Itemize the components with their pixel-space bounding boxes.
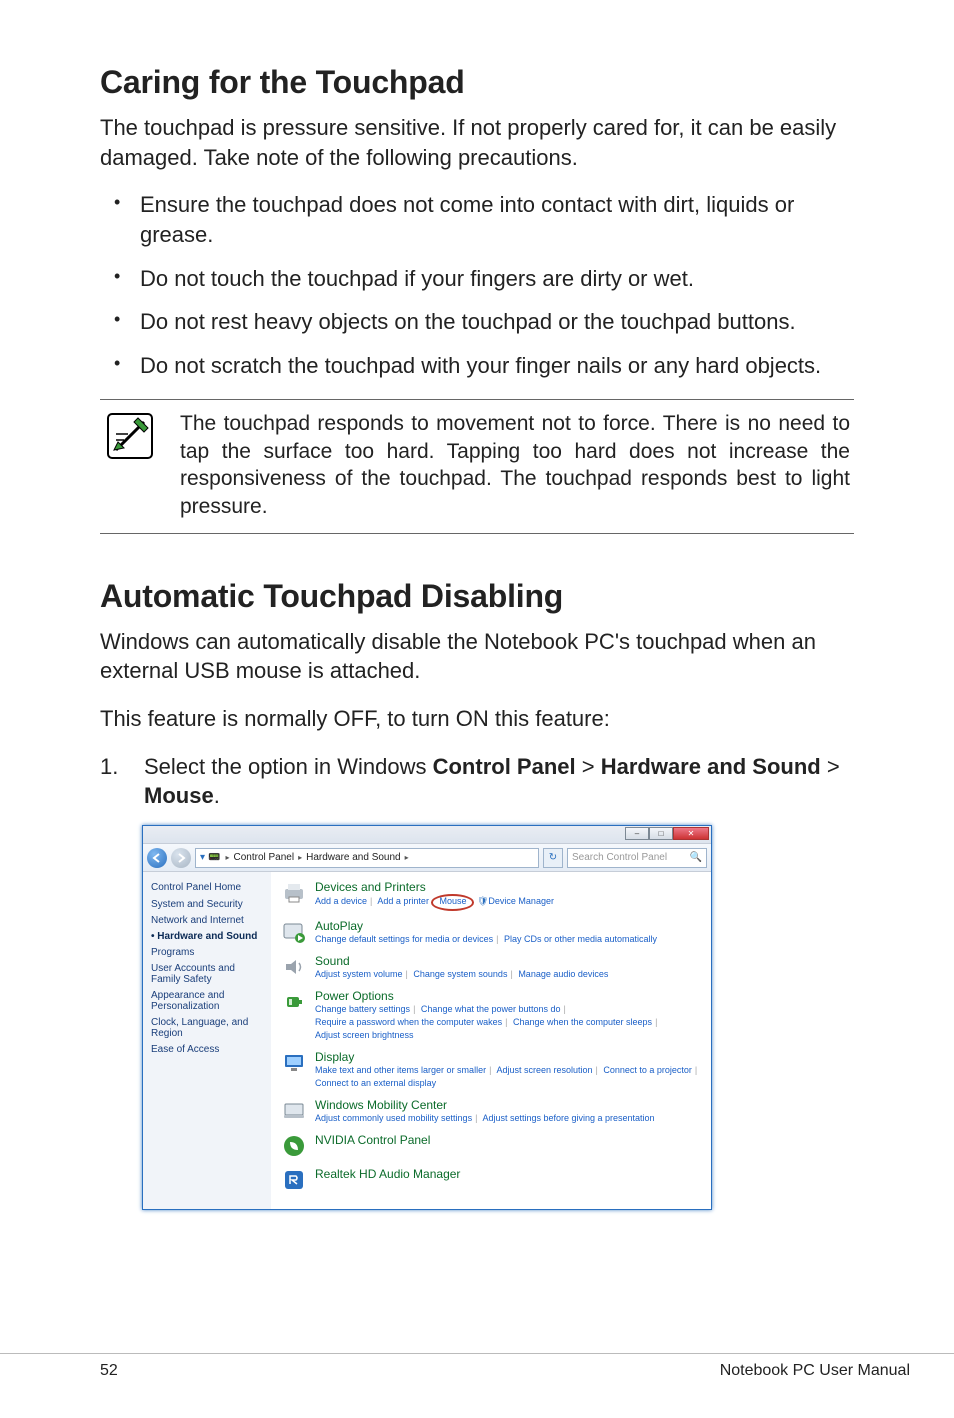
link-text-size[interactable]: Make text and other items larger or smal… <box>315 1065 486 1075</box>
step-text: Select the option in Windows <box>144 754 433 779</box>
link-screen-resolution[interactable]: Adjust screen resolution <box>496 1065 592 1075</box>
sidebar-item-programs[interactable]: Programs <box>151 947 263 958</box>
category-title[interactable]: Display <box>315 1050 701 1064</box>
link-connect-projector[interactable]: Connect to a projector <box>603 1065 692 1075</box>
sidebar-item-system-security[interactable]: System and Security <box>151 899 263 910</box>
category-devices-printers: Devices and Printers Add a device| Add a… <box>281 880 701 911</box>
breadcrumb[interactable]: ▾ 📟 ▸ Control Panel ▸ Hardware and Sound… <box>195 848 539 868</box>
link-device-manager[interactable]: Device Manager <box>488 896 554 906</box>
link-adjust-volume[interactable]: Adjust system volume <box>315 969 403 979</box>
category-title[interactable]: NVIDIA Control Panel <box>315 1133 701 1147</box>
category-title[interactable]: Devices and Printers <box>315 880 701 894</box>
close-button[interactable]: ✕ <box>673 827 709 840</box>
search-placeholder: Search Control Panel <box>572 852 667 863</box>
mobility-icon <box>281 1098 307 1124</box>
link-computer-sleeps[interactable]: Change when the computer sleeps <box>513 1017 652 1027</box>
realtek-icon <box>281 1167 307 1193</box>
maximize-button[interactable]: □ <box>649 827 673 840</box>
minimize-button[interactable]: – <box>625 827 649 840</box>
step-number: 1. <box>100 752 122 811</box>
category-title[interactable]: Sound <box>315 954 701 968</box>
category-autoplay: AutoPlay Change default settings for med… <box>281 919 701 946</box>
link-change-sounds[interactable]: Change system sounds <box>413 969 507 979</box>
sidebar-item-network[interactable]: Network and Internet <box>151 915 263 926</box>
category-title[interactable]: Realtek HD Audio Manager <box>315 1167 701 1181</box>
control-panel-window: – □ ✕ ▾ 📟 ▸ Control Panel ▸ Hardware and… <box>142 825 712 1210</box>
link-play-cds[interactable]: Play CDs or other media automatically <box>504 934 657 944</box>
refresh-icon[interactable]: ↻ <box>543 848 563 868</box>
list-item: Do not scratch the touchpad with your fi… <box>100 351 854 381</box>
battery-icon <box>281 989 307 1015</box>
note-callout: The touchpad responds to movement not to… <box>100 399 854 534</box>
link-manage-audio[interactable]: Manage audio devices <box>518 969 608 979</box>
sidebar-item-ease-of-access[interactable]: Ease of Access <box>151 1044 263 1055</box>
link-mouse-circled[interactable]: Mouse <box>431 894 474 911</box>
link-battery-settings[interactable]: Change battery settings <box>315 1004 410 1014</box>
precautions-list: Ensure the touchpad does not come into c… <box>100 190 854 380</box>
category-nvidia: NVIDIA Control Panel <box>281 1133 701 1159</box>
speaker-icon <box>281 954 307 980</box>
step-sep: > <box>821 754 840 779</box>
search-input[interactable]: Search Control Panel 🔍 <box>567 848 707 868</box>
note-icon <box>104 410 160 521</box>
crumb-item[interactable]: Control Panel <box>234 852 295 863</box>
forward-button[interactable] <box>171 848 191 868</box>
category-mobility-center: Windows Mobility Center Adjust commonly … <box>281 1098 701 1125</box>
crumb-item[interactable]: Hardware and Sound <box>306 852 401 863</box>
link-add-printer[interactable]: Add a printer <box>377 896 429 906</box>
back-button[interactable] <box>147 848 167 868</box>
book-title: Notebook PC User Manual <box>720 1362 910 1380</box>
sidebar-item-user-accounts[interactable]: User Accounts and Family Safety <box>151 963 263 985</box>
page-footer: 52 Notebook PC User Manual <box>0 1353 954 1380</box>
category-power-options: Power Options Change battery settings| C… <box>281 989 701 1042</box>
link-mobility-settings[interactable]: Adjust commonly used mobility settings <box>315 1113 472 1123</box>
printer-icon <box>281 880 307 906</box>
step-bold: Hardware and Sound <box>601 754 821 779</box>
display-icon <box>281 1050 307 1076</box>
intro-paragraph: The touchpad is pressure sensitive. If n… <box>100 113 854 172</box>
page-number: 52 <box>100 1362 118 1380</box>
sidebar-item-clock-language[interactable]: Clock, Language, and Region <box>151 1017 263 1039</box>
link-presentation-settings[interactable]: Adjust settings before giving a presenta… <box>482 1113 654 1123</box>
step-sep: > <box>576 754 601 779</box>
category-realtek: Realtek HD Audio Manager <box>281 1167 701 1193</box>
category-title[interactable]: Power Options <box>315 989 701 1003</box>
category-title[interactable]: AutoPlay <box>315 919 701 933</box>
sidebar-item-hardware-sound[interactable]: Hardware and Sound <box>151 931 263 942</box>
sidebar-item-appearance[interactable]: Appearance and Personalization <box>151 990 263 1012</box>
step-bold: Control Panel <box>433 754 576 779</box>
heading-auto-disable: Automatic Touchpad Disabling <box>100 578 854 615</box>
list-item: Ensure the touchpad does not come into c… <box>100 190 854 249</box>
link-external-display[interactable]: Connect to an external display <box>315 1078 436 1088</box>
list-item: Do not touch the touchpad if your finger… <box>100 264 854 294</box>
auto-p1: Windows can automatically disable the No… <box>100 627 854 686</box>
link-change-media-defaults[interactable]: Change default settings for media or dev… <box>315 934 493 944</box>
sidebar: Control Panel Home System and Security N… <box>143 872 271 1209</box>
note-text: The touchpad responds to movement not to… <box>180 410 850 521</box>
link-add-device[interactable]: Add a device <box>315 896 367 906</box>
category-display: Display Make text and other items larger… <box>281 1050 701 1090</box>
link-screen-brightness[interactable]: Adjust screen brightness <box>315 1030 414 1040</box>
heading-caring: Caring for the Touchpad <box>100 64 854 101</box>
window-titlebar: – □ ✕ <box>143 826 711 844</box>
link-power-buttons[interactable]: Change what the power buttons do <box>421 1004 561 1014</box>
step-end: . <box>214 783 220 808</box>
sidebar-home[interactable]: Control Panel Home <box>151 882 263 893</box>
nvidia-icon <box>281 1133 307 1159</box>
link-require-password[interactable]: Require a password when the computer wak… <box>315 1017 502 1027</box>
list-item: Do not rest heavy objects on the touchpa… <box>100 307 854 337</box>
search-icon: 🔍 <box>690 852 702 863</box>
nav-bar: ▾ 📟 ▸ Control Panel ▸ Hardware and Sound… <box>143 844 711 872</box>
step-1: 1. Select the option in Windows Control … <box>100 752 854 811</box>
category-sound: Sound Adjust system volume| Change syste… <box>281 954 701 981</box>
auto-p2: This feature is normally OFF, to turn ON… <box>100 704 854 734</box>
category-title[interactable]: Windows Mobility Center <box>315 1098 701 1112</box>
main-content: Devices and Printers Add a device| Add a… <box>271 872 711 1209</box>
step-bold: Mouse <box>144 783 214 808</box>
autoplay-icon <box>281 919 307 945</box>
